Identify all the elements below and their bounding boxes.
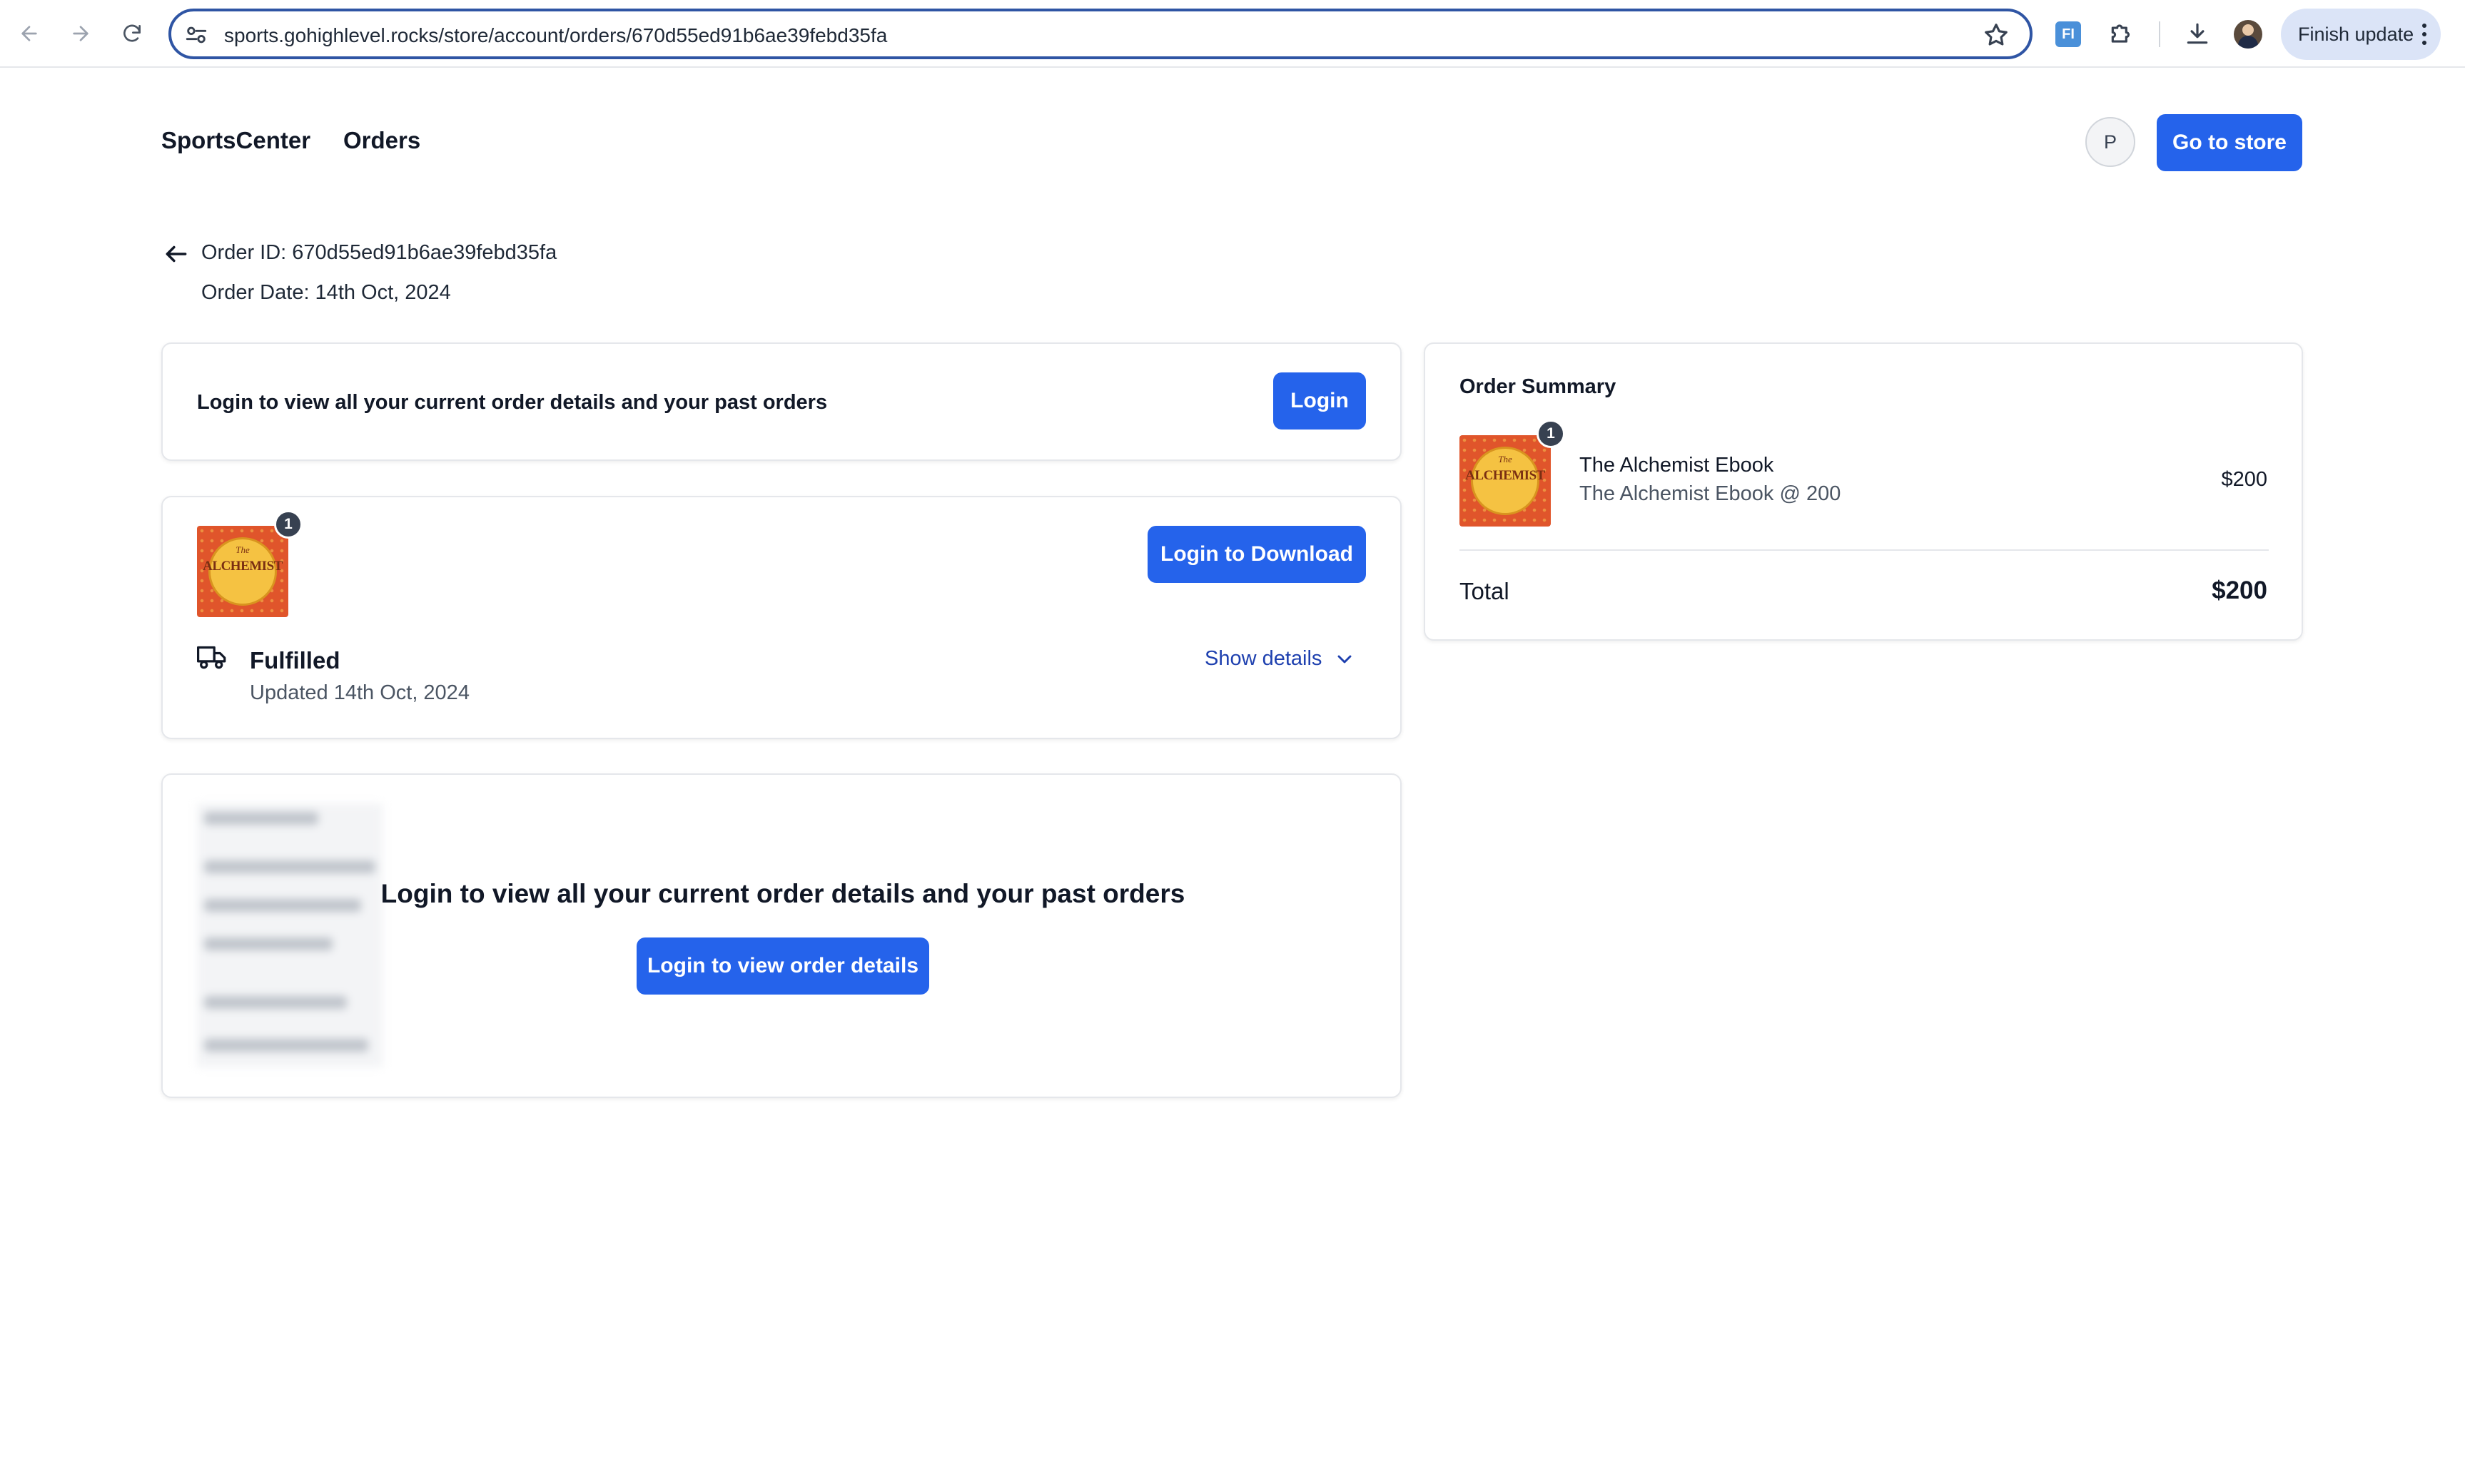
quantity-badge: 1 xyxy=(274,510,303,539)
summary-product-variant: The Alchemist Ebook @ 200 xyxy=(1579,482,1841,505)
chevron-down-icon xyxy=(1337,655,1352,663)
more-vert-icon xyxy=(2422,24,2426,45)
summary-cover-the-text: The xyxy=(1498,454,1512,464)
reload-icon xyxy=(123,24,141,42)
order-summary-title: Order Summary xyxy=(1459,375,1616,398)
login-prompt-card: Login to view all your current order det… xyxy=(161,342,1402,461)
site-settings-icon[interactable] xyxy=(184,23,208,47)
forward-button[interactable] xyxy=(63,16,98,51)
arrow-right-icon xyxy=(73,26,88,41)
summary-total-value: $200 xyxy=(2212,576,2267,604)
finish-update-button[interactable]: Finish update xyxy=(2281,9,2441,60)
summary-product-name: The Alchemist Ebook xyxy=(1579,454,1774,477)
back-arrow-icon[interactable] xyxy=(163,240,190,268)
summary-divider xyxy=(1459,549,2269,551)
user-avatar[interactable]: P xyxy=(2085,117,2135,167)
url-text[interactable]: sports.gohighlevel.rocks/store/account/o… xyxy=(224,24,887,48)
login-prompt-message: Login to view all your current order det… xyxy=(197,391,828,414)
order-date: Order Date: 14th Oct, 2024 xyxy=(201,281,451,304)
order-item-card: The ALCHEMIST 1 Login to Download Fulfil… xyxy=(161,496,1402,739)
blurred-details-preview xyxy=(197,803,383,1067)
extension-fi-label: FI xyxy=(2062,26,2075,42)
download-icon xyxy=(2187,23,2208,44)
brand-name[interactable]: SportsCenter xyxy=(161,127,310,154)
summary-product-price: $200 xyxy=(2221,468,2267,491)
product-thumbnail: The ALCHEMIST xyxy=(197,526,288,617)
login-button[interactable]: Login xyxy=(1273,372,1366,430)
login-to-view-order-details-button[interactable]: Login to view order details xyxy=(637,937,929,995)
order-summary-card: Order Summary The ALCHEMIST 1 The Alchem… xyxy=(1424,342,2303,641)
show-details-label: Show details xyxy=(1205,647,1322,670)
downloads-button[interactable] xyxy=(2181,17,2214,50)
extensions-button[interactable] xyxy=(2105,17,2138,50)
status-updated-date: Updated 14th Oct, 2024 xyxy=(250,681,470,704)
bookmark-star-icon[interactable] xyxy=(1983,21,2010,49)
back-button[interactable] xyxy=(11,16,47,51)
avatar-initial: P xyxy=(2103,131,2117,153)
extension-fi-icon[interactable]: FI xyxy=(2055,21,2081,47)
truck-icon xyxy=(197,646,226,669)
show-details-toggle[interactable]: Show details xyxy=(1205,647,1356,671)
profile-avatar[interactable] xyxy=(2234,20,2262,49)
finish-update-label: Finish update xyxy=(2298,23,2414,45)
cover-the-text: The xyxy=(236,544,250,555)
browser-toolbar: sports.gohighlevel.rocks/store/account/o… xyxy=(0,0,2465,68)
order-details-locked-card: Login to view all your current order det… xyxy=(161,773,1402,1098)
go-to-store-button[interactable]: Go to store xyxy=(2157,114,2302,171)
summary-cover-title-text: ALCHEMIST xyxy=(1465,468,1545,483)
arrow-left-icon xyxy=(21,26,37,41)
login-to-download-button[interactable]: Login to Download xyxy=(1148,526,1366,583)
puzzle-icon xyxy=(2111,24,2130,43)
locked-details-message: Login to view all your current order det… xyxy=(380,879,1185,908)
summary-quantity-badge: 1 xyxy=(1537,420,1565,448)
order-id: Order ID: 670d55ed91b6ae39febd35fa xyxy=(201,241,557,264)
reload-button[interactable] xyxy=(114,16,150,51)
fulfillment-status: Fulfilled xyxy=(250,647,340,674)
summary-total-label: Total xyxy=(1459,578,1509,604)
summary-product-thumbnail: The ALCHEMIST xyxy=(1459,435,1551,527)
address-bar[interactable]: sports.gohighlevel.rocks/store/account/o… xyxy=(168,9,2033,59)
toolbar-divider xyxy=(2159,21,2160,47)
cover-title-text: ALCHEMIST xyxy=(203,559,283,574)
nav-orders-link[interactable]: Orders xyxy=(343,127,420,154)
